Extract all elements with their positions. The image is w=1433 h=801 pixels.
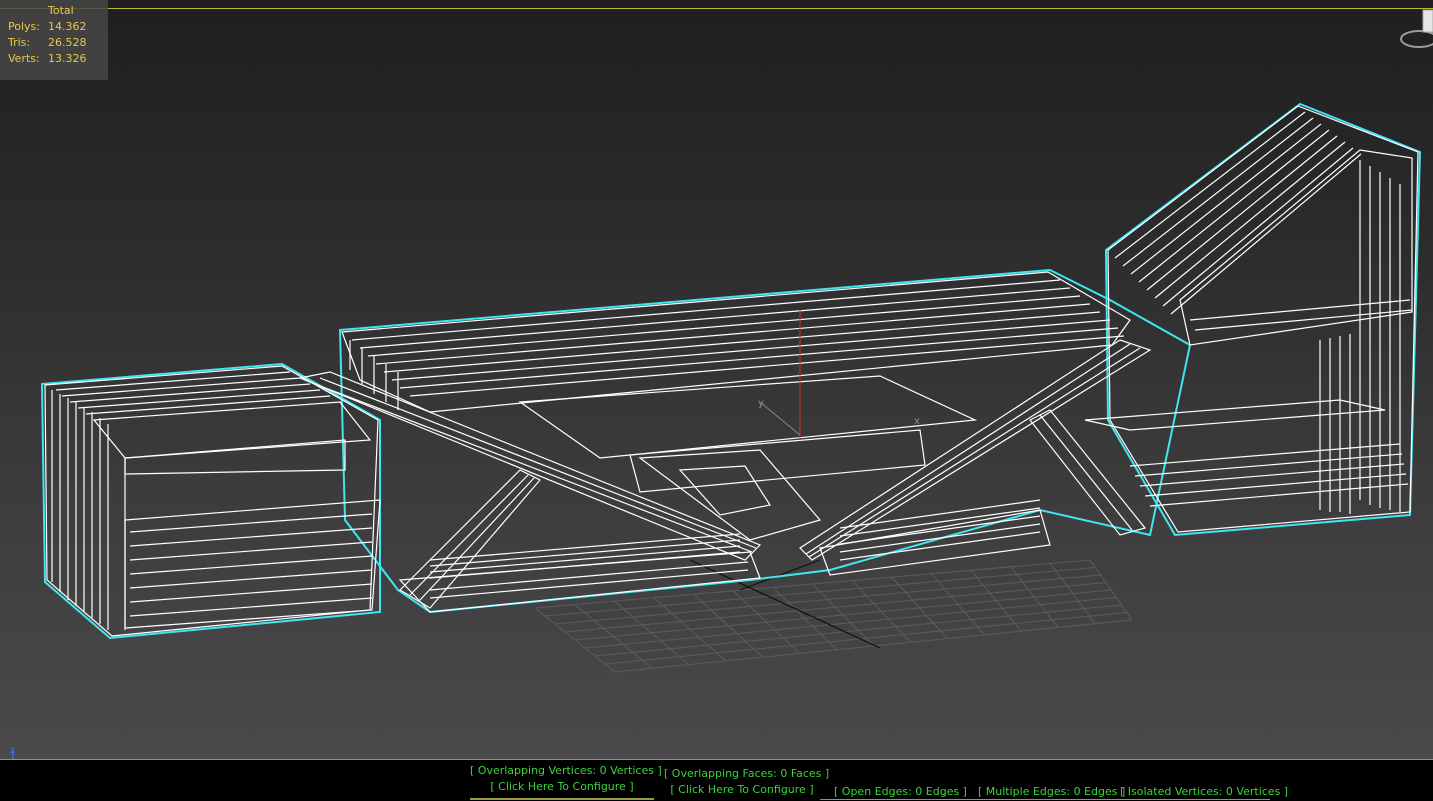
overlapping-vertices-configure-link[interactable]: [ Click Here To Configure ] — [470, 779, 654, 795]
gizmo-label-y: y — [758, 398, 764, 409]
stats-header: Total — [48, 4, 74, 17]
isolated-vertices-check[interactable]: [ Isolated Vertices: 0 Vertices ] — [1120, 784, 1288, 800]
overlapping-faces-check: [ Overlapping Faces: 0 Faces ] [ Click H… — [664, 766, 830, 798]
viewport-top-border — [0, 8, 1433, 9]
left-shelf-wireframe — [44, 365, 381, 637]
check-separator — [470, 798, 654, 800]
stats-value: 14.362 — [48, 20, 87, 33]
overlapping-vertices-label: [ Overlapping Vertices: 0 Vertices ] — [470, 764, 662, 777]
overlapping-vertices-check: [ Overlapping Vertices: 0 Vertices ] [ C… — [470, 763, 662, 795]
status-underline — [820, 799, 1270, 800]
multiple-edges-check[interactable]: [ Multiple Edges: 0 Edges ] — [978, 784, 1125, 800]
gizmo-label-x: x — [914, 416, 920, 427]
selection-outlines — [40, 102, 1422, 640]
perspective-viewport[interactable]: y x Total Polys: 14.362 Tris: 26.528 Ver… — [0, 0, 1433, 760]
wireframe-scene[interactable]: y x — [0, 0, 1433, 760]
stats-value: 13.326 — [48, 52, 87, 65]
ground-grid — [534, 559, 1133, 673]
scene-statistics-overlay: Total Polys: 14.362 Tris: 26.528 Verts: … — [0, 0, 108, 80]
overlapping-faces-configure-link[interactable]: [ Click Here To Configure ] — [664, 782, 820, 798]
axis-tripod-icon: z y x — [10, 745, 15, 760]
stats-label: Verts: — [8, 52, 40, 65]
world-axis-y — [739, 559, 821, 591]
stats-value: 26.528 — [48, 36, 87, 49]
grid-line — [614, 619, 1133, 673]
stats-label: Polys: — [8, 20, 40, 33]
viewcube-icon[interactable] — [1397, 8, 1433, 50]
overlapping-faces-label: [ Overlapping Faces: 0 Faces ] — [664, 767, 830, 780]
stats-label: Tris: — [8, 36, 31, 49]
tripod-label-z: z — [10, 745, 15, 756]
xview-status-bar: [ Overlapping Vertices: 0 Vertices ] [ C… — [0, 760, 1433, 801]
open-edges-check[interactable]: [ Open Edges: 0 Edges ] — [834, 784, 967, 800]
